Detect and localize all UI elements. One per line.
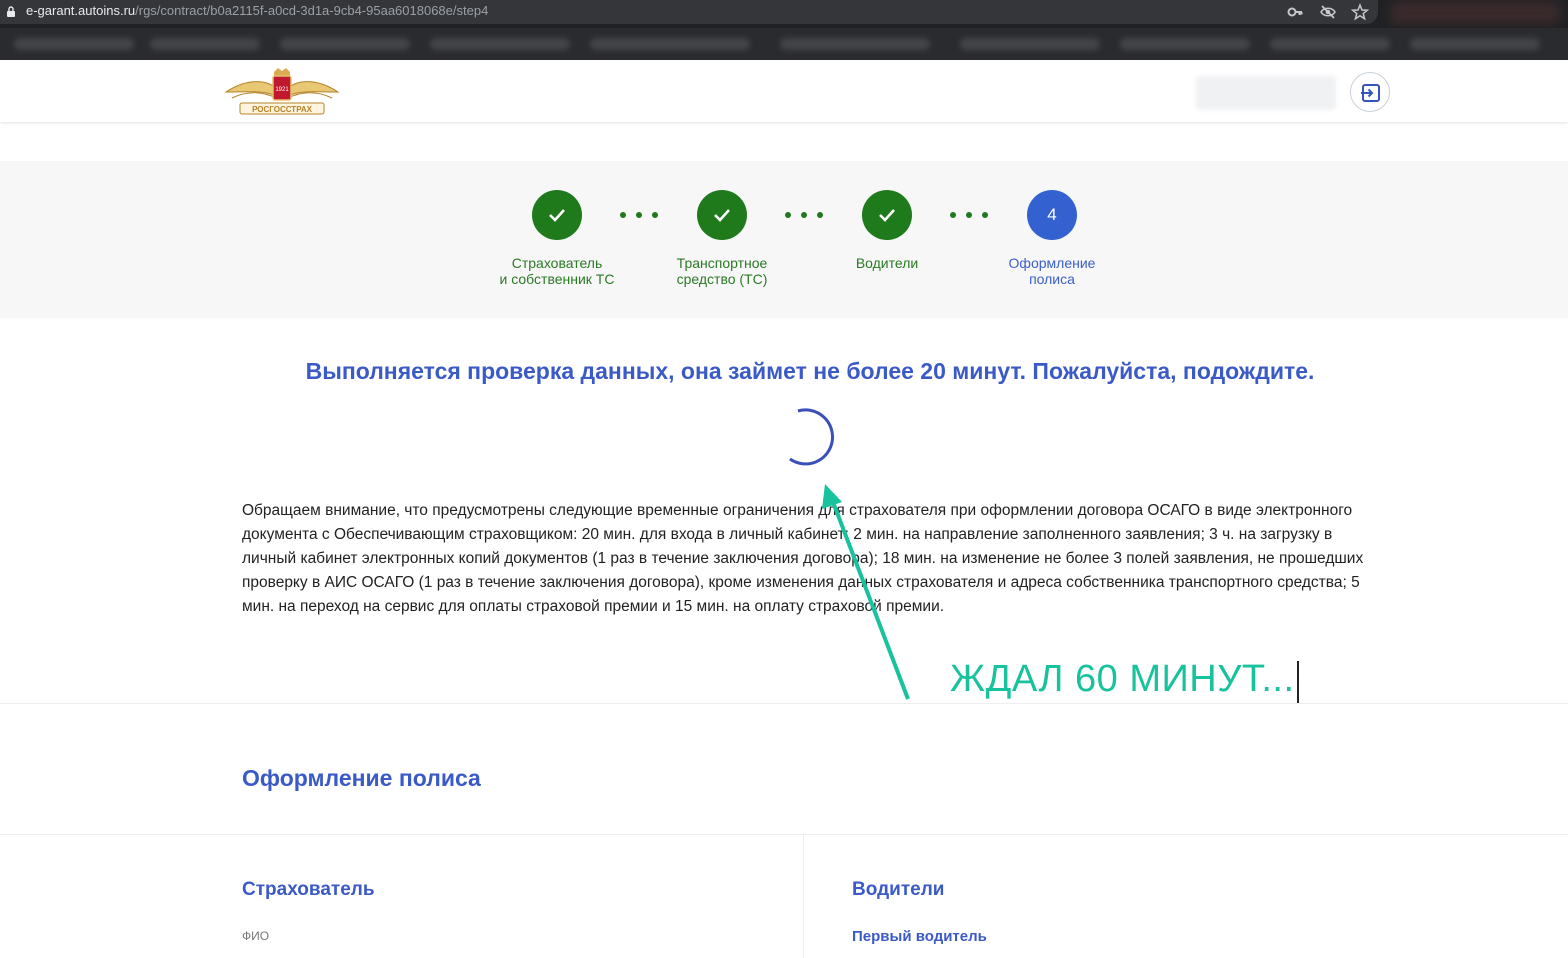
text-caret <box>1297 661 1299 703</box>
policy-section-title: Оформление полиса <box>242 765 481 791</box>
column-divider <box>803 835 804 958</box>
drivers-title: Водители <box>852 879 945 900</box>
first-driver-link[interactable]: Первый водитель <box>852 928 987 945</box>
annotation-arrow <box>822 484 910 700</box>
insurer-title: Страхователь <box>242 879 375 900</box>
section-divider <box>0 834 1568 835</box>
annotation-text: ЖДАЛ 60 МИНУТ... <box>950 658 1295 700</box>
full-name-label: ФИО <box>242 929 270 943</box>
